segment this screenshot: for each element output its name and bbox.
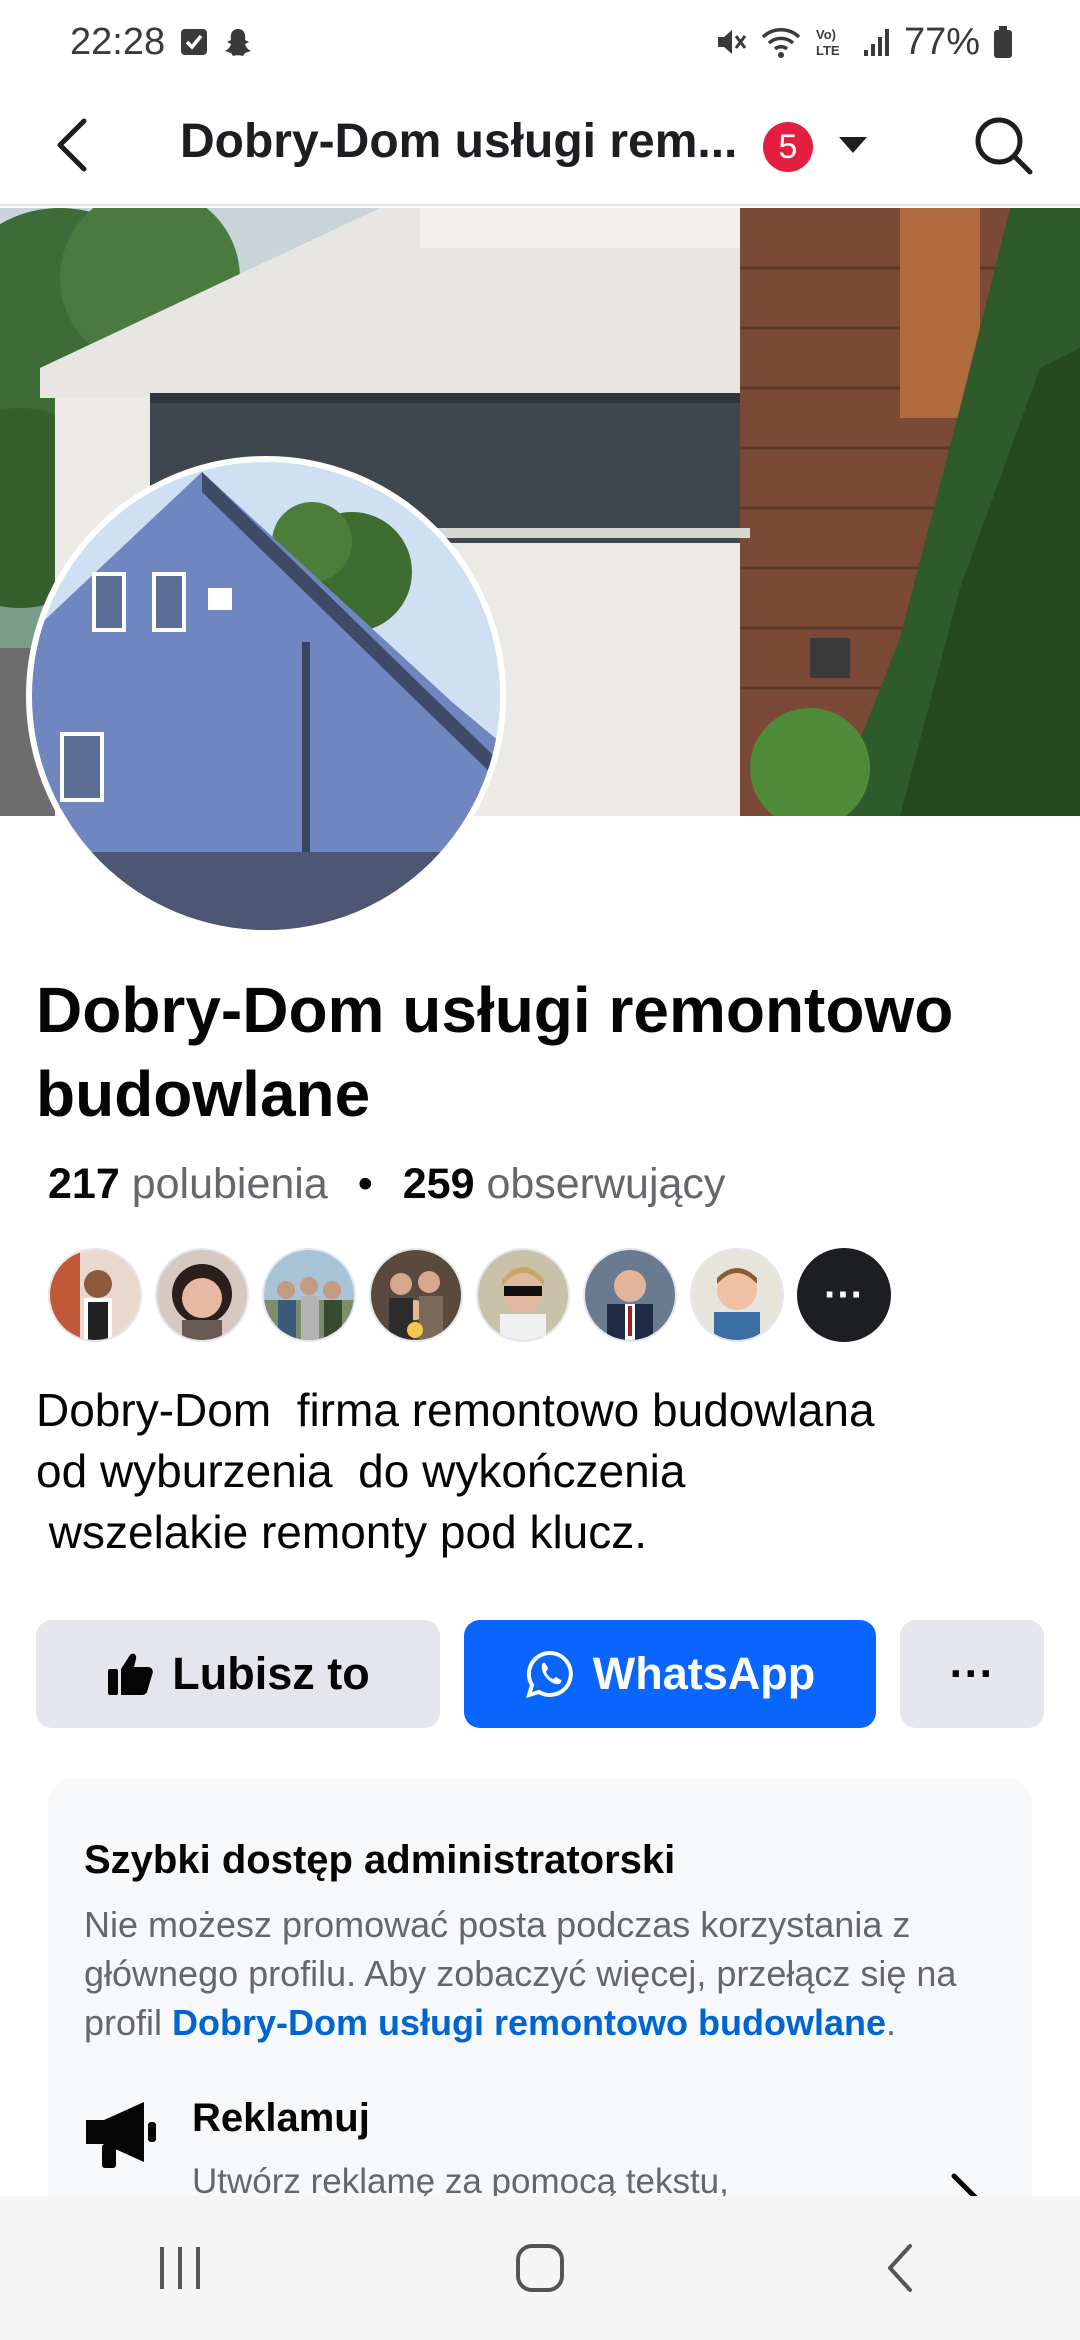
svg-text:LTE: LTE bbox=[816, 43, 840, 58]
mute-icon bbox=[714, 25, 748, 59]
volte-icon: Vo) LTE bbox=[814, 24, 850, 60]
home-icon bbox=[516, 2244, 564, 2292]
snapchat-icon bbox=[223, 26, 253, 58]
switch-profile-link[interactable]: Dobry-Dom usługi remontowo budowlane bbox=[172, 2002, 886, 2043]
more-actions-label: ··· bbox=[949, 1648, 995, 1699]
page-title[interactable]: Dobry-Dom usługi rem... bbox=[180, 114, 737, 169]
recent-apps-icon bbox=[160, 2247, 200, 2289]
svg-text:Vo): Vo) bbox=[816, 27, 836, 42]
admin-desc-suffix: . bbox=[886, 2002, 897, 2043]
system-navigation-bar bbox=[0, 2196, 1080, 2340]
checkbox-notification-icon bbox=[179, 27, 209, 57]
profile-picture[interactable] bbox=[26, 456, 506, 936]
back-arrow-icon bbox=[57, 118, 87, 172]
more-actions-button[interactable]: ··· bbox=[900, 1620, 1044, 1728]
whatsapp-icon bbox=[525, 1650, 573, 1698]
admin-card-description: Nie możesz promować posta podczas korzys… bbox=[84, 1900, 1004, 2047]
search-icon bbox=[975, 117, 1033, 175]
more-friends-button[interactable]: ··· bbox=[797, 1248, 891, 1342]
avatar[interactable] bbox=[48, 1248, 142, 1342]
likes-label: polubienia bbox=[131, 1160, 328, 1208]
followers-label: obserwujący bbox=[486, 1160, 726, 1208]
page-bio: Dobry-Dom firma remontowo budowlana od w… bbox=[36, 1384, 875, 1558]
thumbs-up-icon bbox=[108, 1653, 154, 1695]
system-back-button[interactable] bbox=[840, 2208, 960, 2328]
stats-separator: • bbox=[357, 1160, 373, 1208]
system-back-icon bbox=[888, 2244, 912, 2292]
status-bar: 22:28 Vo) LTE 77% bbox=[0, 0, 1080, 84]
avatar[interactable] bbox=[476, 1248, 570, 1342]
whatsapp-button-label: WhatsApp bbox=[592, 1648, 816, 1699]
back-button[interactable] bbox=[42, 112, 102, 178]
battery-percent: 77% bbox=[903, 20, 980, 63]
page-stats[interactable]: 217 polubienia • 259 obserwujący bbox=[48, 1160, 725, 1209]
megaphone-icon bbox=[82, 2098, 162, 2175]
wifi-icon bbox=[760, 25, 802, 59]
battery-icon bbox=[992, 25, 1014, 59]
friends-who-like-row[interactable]: ··· bbox=[48, 1248, 891, 1342]
followers-count: 259 bbox=[402, 1160, 475, 1208]
notification-badge: 5 bbox=[763, 122, 813, 172]
avatar[interactable] bbox=[583, 1248, 677, 1342]
admin-card-title: Szybki dostęp administratorski bbox=[84, 1838, 676, 1882]
caret-down-icon bbox=[839, 137, 867, 153]
top-navigation: Dobry-Dom usługi rem... 5 bbox=[0, 84, 1080, 206]
like-button[interactable]: Lubisz to bbox=[36, 1620, 440, 1728]
status-right: Vo) LTE 77% bbox=[714, 21, 1014, 64]
status-left: 22:28 bbox=[70, 21, 253, 64]
more-friends-label: ··· bbox=[824, 1272, 864, 1317]
like-button-label: Lubisz to bbox=[172, 1648, 370, 1699]
search-button[interactable] bbox=[968, 110, 1038, 180]
recent-apps-button[interactable] bbox=[120, 2208, 240, 2328]
likes-count: 217 bbox=[48, 1160, 120, 1208]
whatsapp-button[interactable]: WhatsApp bbox=[464, 1620, 876, 1728]
avatar[interactable] bbox=[262, 1248, 356, 1342]
avatar[interactable] bbox=[369, 1248, 463, 1342]
profile-switch-dropdown[interactable] bbox=[836, 134, 870, 161]
home-button[interactable] bbox=[480, 2208, 600, 2328]
promote-title[interactable]: Reklamuj bbox=[192, 2096, 370, 2141]
avatar[interactable] bbox=[155, 1248, 249, 1342]
page-name: Dobry-Dom usługi remontowo budowlane bbox=[36, 974, 954, 1130]
signal-icon bbox=[862, 26, 892, 58]
status-time: 22:28 bbox=[70, 20, 166, 63]
avatar[interactable] bbox=[690, 1248, 784, 1342]
